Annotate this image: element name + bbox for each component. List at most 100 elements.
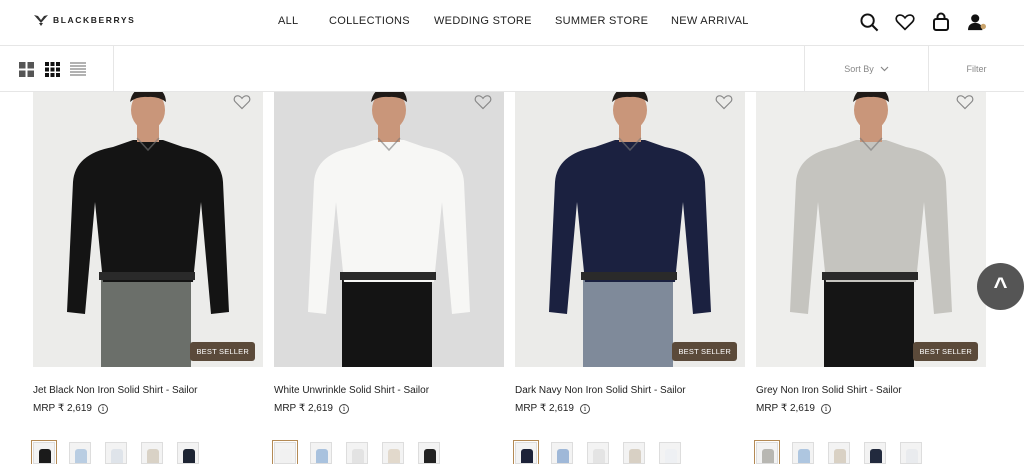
listing-toolbar: Sort By Filter: [0, 46, 1024, 92]
sort-by-dropdown[interactable]: Sort By: [804, 46, 928, 92]
swatch-shirt-thumbnail: [665, 449, 677, 463]
product-image[interactable]: BEST SELLER: [756, 92, 986, 367]
color-swatch[interactable]: [382, 442, 404, 464]
site-header: BLACKBERRYS ALL COLLECTIONS WEDDING STOR…: [0, 0, 1024, 46]
color-swatches: [272, 440, 440, 464]
wishlist-heart-icon[interactable]: [894, 11, 916, 33]
product-image[interactable]: [274, 92, 504, 367]
product-price: MRP ₹ 2,619: [756, 403, 815, 414]
color-swatches: [513, 440, 681, 464]
swatch-shirt-thumbnail: [629, 449, 641, 463]
color-swatch[interactable]: [346, 442, 368, 464]
product-name[interactable]: Dark Navy Non Iron Solid Shirt - Sailor: [515, 385, 745, 396]
model-figure-image: [515, 92, 745, 367]
color-swatch[interactable]: [551, 442, 573, 464]
color-swatch[interactable]: [900, 442, 922, 464]
swatch-shirt-thumbnail: [183, 449, 195, 463]
caret-up-icon: ^: [993, 272, 1008, 300]
swatch-shirt-thumbnail: [316, 449, 328, 463]
swatch-shirt-thumbnail: [870, 449, 882, 463]
product-name[interactable]: White Unwrinkle Solid Shirt - Sailor: [274, 385, 504, 396]
swatch-shirt-thumbnail: [762, 449, 774, 463]
swatch-shirt-thumbnail: [111, 449, 123, 463]
color-swatch[interactable]: [587, 442, 609, 464]
color-swatch[interactable]: [418, 442, 440, 464]
filter-label: Filter: [966, 64, 987, 74]
best-seller-badge: BEST SELLER: [913, 342, 978, 361]
swatch-shirt-thumbnail: [593, 449, 605, 463]
product-card[interactable]: White Unwrinkle Solid Shirt - Sailor MRP…: [272, 92, 504, 464]
swatch-shirt-thumbnail: [521, 449, 533, 463]
filter-button[interactable]: Filter: [928, 46, 1024, 92]
product-price-row: MRP ₹ 2,619 i: [274, 403, 504, 414]
account-user-icon[interactable]: [966, 11, 988, 33]
nav-item-collections[interactable]: COLLECTIONS: [329, 15, 410, 27]
search-icon[interactable]: [858, 11, 880, 33]
color-swatch[interactable]: [864, 442, 886, 464]
product-name[interactable]: Grey Non Iron Solid Shirt - Sailor: [756, 385, 986, 396]
color-swatch[interactable]: [310, 442, 332, 464]
cart-bag-icon[interactable]: [930, 11, 952, 33]
swatch-shirt-thumbnail: [352, 449, 364, 463]
product-price: MRP ₹ 2,619: [33, 403, 92, 414]
color-swatch[interactable]: [69, 442, 91, 464]
nav-item-summer-store[interactable]: SUMMER STORE: [555, 15, 648, 27]
product-price-row: MRP ₹ 2,619 i: [33, 403, 263, 414]
color-swatch[interactable]: [659, 442, 681, 464]
info-icon[interactable]: i: [338, 403, 349, 414]
color-swatch[interactable]: [177, 442, 199, 464]
wishlist-heart-icon[interactable]: [956, 94, 974, 110]
wishlist-heart-icon[interactable]: [715, 94, 733, 110]
grid-2-view-icon[interactable]: [18, 61, 34, 77]
color-swatch[interactable]: [272, 440, 298, 464]
chevron-down-icon: [880, 66, 889, 72]
header-icons: [858, 11, 988, 33]
swatch-shirt-thumbnail: [424, 449, 436, 463]
color-swatch[interactable]: [141, 442, 163, 464]
color-swatch[interactable]: [792, 442, 814, 464]
product-card[interactable]: BEST SELLER Grey Non Iron Solid Shirt - …: [754, 92, 986, 464]
sort-by-label: Sort By: [844, 64, 874, 74]
product-price-row: MRP ₹ 2,619 i: [756, 403, 986, 414]
nav-item-wedding-store[interactable]: WEDDING STORE: [434, 15, 532, 27]
info-icon[interactable]: i: [579, 403, 590, 414]
product-price-row: MRP ₹ 2,619 i: [515, 403, 745, 414]
best-seller-badge: BEST SELLER: [190, 342, 255, 361]
swatch-shirt-thumbnail: [75, 449, 87, 463]
swatch-shirt-thumbnail: [39, 449, 51, 463]
model-figure-image: [274, 92, 504, 367]
swatch-shirt-thumbnail: [906, 449, 918, 463]
color-swatch[interactable]: [513, 440, 539, 464]
swatch-shirt-thumbnail: [557, 449, 569, 463]
color-swatch[interactable]: [828, 442, 850, 464]
product-price: MRP ₹ 2,619: [515, 403, 574, 414]
product-name[interactable]: Jet Black Non Iron Solid Shirt - Sailor: [33, 385, 263, 396]
color-swatch[interactable]: [623, 442, 645, 464]
scroll-to-top-button[interactable]: ^: [977, 263, 1024, 310]
product-card[interactable]: BEST SELLER Dark Navy Non Iron Solid Shi…: [513, 92, 745, 464]
grid-3-view-icon[interactable]: [44, 61, 60, 77]
product-card[interactable]: BEST SELLER Jet Black Non Iron Solid Shi…: [31, 92, 263, 464]
info-icon[interactable]: i: [97, 403, 108, 414]
nav-item-new-arrival[interactable]: NEW ARRIVAL: [671, 15, 749, 27]
swatch-shirt-thumbnail: [147, 449, 159, 463]
model-figure-image: [33, 92, 263, 367]
swatch-shirt-thumbnail: [280, 449, 292, 463]
swatch-shirt-thumbnail: [834, 449, 846, 463]
color-swatch[interactable]: [105, 442, 127, 464]
view-switcher: [0, 46, 114, 92]
color-swatches: [754, 440, 922, 464]
color-swatches: [31, 440, 199, 464]
swatch-shirt-thumbnail: [798, 449, 810, 463]
nav-item-all[interactable]: ALL: [278, 15, 298, 27]
model-figure-image: [756, 92, 986, 367]
color-swatch[interactable]: [754, 440, 780, 464]
info-icon[interactable]: i: [820, 403, 831, 414]
wishlist-heart-icon[interactable]: [233, 94, 251, 110]
product-price: MRP ₹ 2,619: [274, 403, 333, 414]
wishlist-heart-icon[interactable]: [474, 94, 492, 110]
color-swatch[interactable]: [31, 440, 57, 464]
product-image[interactable]: BEST SELLER: [515, 92, 745, 367]
list-view-icon[interactable]: [70, 61, 86, 77]
product-image[interactable]: BEST SELLER: [33, 92, 263, 367]
